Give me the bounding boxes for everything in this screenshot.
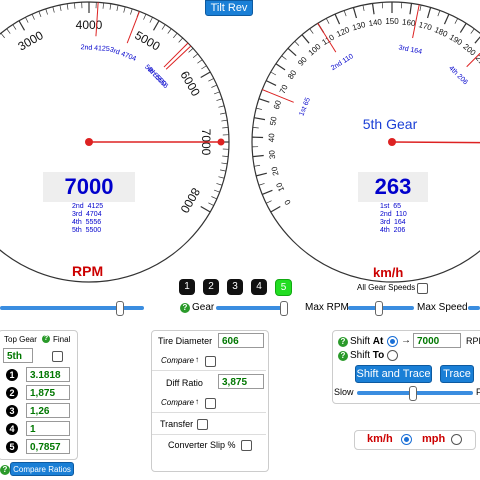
gear-4-ratio-input[interactable]: 1 <box>26 421 70 436</box>
tire-compare-arrow-icon: ↑ <box>195 355 199 364</box>
converter-slip-checkbox[interactable] <box>241 440 252 451</box>
tick-label: 40 <box>267 133 276 143</box>
mph-label: mph <box>422 433 446 445</box>
gear-4-badge: 4 <box>6 423 18 435</box>
gear-label: 5th Gear <box>362 116 418 132</box>
tire-diameter-input[interactable]: 606 <box>218 333 264 348</box>
max-speed-label: Max Speed <box>417 302 468 313</box>
tire-compare-checkbox[interactable] <box>205 356 216 367</box>
gauge-needle <box>391 141 480 144</box>
speed-unit-label: km/h <box>373 265 404 280</box>
all-gear-speeds-checkbox[interactable] <box>417 283 428 294</box>
diff-ratio-input[interactable]: 3,875 <box>218 374 264 389</box>
divider <box>152 412 266 413</box>
help-icon[interactable]: ? <box>0 465 10 475</box>
tick-label: 140 <box>368 17 383 28</box>
rpm-unit-label: RPM <box>72 263 104 279</box>
transfer-checkbox[interactable] <box>197 419 208 430</box>
speed-trace-slider-thumb[interactable] <box>409 386 417 401</box>
gear-5-badge: 5 <box>6 441 18 453</box>
shift-at-label: Shift At <box>350 336 384 347</box>
rpm-readout: 7000 <box>64 174 114 199</box>
tilt-rev-button[interactable]: Tilt Rev <box>205 0 253 16</box>
rpm-slider-thumb[interactable] <box>116 301 124 316</box>
transfer-label: Transfer <box>160 419 194 429</box>
converter-slip-label: Converter Slip % <box>168 440 236 450</box>
divider <box>152 434 266 435</box>
tire-compare-label: Compare <box>161 356 194 365</box>
diff-ratio-label: Diff Ratio <box>166 378 203 388</box>
speed-shift-row: 3rd 164 <box>380 219 406 226</box>
gear-2-ratio-input[interactable]: 1,875 <box>26 385 70 400</box>
tick-label: 150 <box>385 17 399 26</box>
final-checkbox[interactable] <box>52 351 63 362</box>
speed-readout: 263 <box>374 174 412 199</box>
needle-hub <box>388 138 396 146</box>
tire-diameter-label: Tire Diameter <box>158 336 213 346</box>
gear-button-4[interactable]: 4 <box>251 279 267 295</box>
rpm-suffix: RPM <box>466 336 480 346</box>
kmh-label: km/h <box>367 433 393 445</box>
rpm-gauge: 0100020003000400050006000700080002nd 412… <box>0 1 230 283</box>
gear-button-3[interactable]: 3 <box>227 279 243 295</box>
speed-shift-row: 4th 206 <box>380 227 406 234</box>
gear-1-badge: 1 <box>6 369 18 381</box>
shift-and-trace-button[interactable]: Shift and Trace <box>355 365 432 383</box>
help-icon[interactable]: ? <box>338 351 348 361</box>
top-gear-select[interactable]: 5th <box>3 348 33 363</box>
gear-button-5[interactable]: 5 <box>275 279 292 296</box>
top-gear-label: Top Gear <box>4 335 37 344</box>
shift-at-radio[interactable] <box>387 336 398 347</box>
gear-1-ratio-input[interactable]: 3.1818 <box>26 367 70 382</box>
speed-shift-list: 1st 65 2nd 110 3rd 164 4th 206 <box>380 203 407 235</box>
final-label: Final <box>53 335 71 344</box>
gear-3-badge: 3 <box>6 405 18 417</box>
needle-tip <box>217 138 225 146</box>
compare-ratios-button[interactable]: Compare Ratios <box>10 462 74 476</box>
fast-label: F <box>476 387 480 397</box>
rpm-shift-row: 4th 5556 <box>72 219 102 226</box>
help-icon[interactable]: ? <box>42 335 50 343</box>
gear-2-badge: 2 <box>6 387 18 399</box>
max-rpm-slider-thumb[interactable] <box>375 301 383 316</box>
gear-slider-thumb[interactable] <box>280 301 288 316</box>
mph-radio[interactable] <box>451 434 462 445</box>
gear-3-ratio-input[interactable]: 1,26 <box>26 403 70 418</box>
diff-compare-arrow-icon: ↑ <box>195 397 199 406</box>
shift-to-radio[interactable] <box>387 350 398 361</box>
speed-gauge: 0102030405060708090100110120130140150160… <box>251 1 480 283</box>
rpm-shift-row: 2nd 4125 <box>72 203 104 210</box>
rpm-shift-row: 3rd 4704 <box>72 211 102 218</box>
gear-button-2[interactable]: 2 <box>203 279 219 295</box>
gear-5-ratio-input[interactable]: 0,7857 <box>26 439 70 454</box>
slow-label: Slow <box>334 387 354 397</box>
rpm-shift-list: 2nd 4125 3rd 4704 4th 5556 5th 5500 <box>72 203 103 235</box>
gear-slider-track[interactable] <box>216 306 286 310</box>
help-icon[interactable]: ? <box>338 337 348 347</box>
rpm-shift-row: 5th 5500 <box>72 227 102 234</box>
tick-label: 30 <box>267 149 277 159</box>
divider <box>152 370 266 371</box>
tick-label: 4000 <box>76 18 103 32</box>
arrow-right-icon: → <box>401 335 411 346</box>
help-icon[interactable]: ? <box>180 303 190 313</box>
max-speed-slider-track[interactable] <box>468 306 480 310</box>
shift-at-input[interactable]: 7000 <box>413 333 461 348</box>
speed-shift-row: 1st 65 <box>380 203 402 210</box>
diff-compare-label: Compare <box>161 398 194 407</box>
kmh-radio[interactable] <box>401 434 412 445</box>
gear-button-1[interactable]: 1 <box>179 279 195 295</box>
speed-shift-row: 2nd 110 <box>380 211 407 218</box>
tick-label: 160 <box>402 17 417 28</box>
diff-compare-checkbox[interactable] <box>205 398 216 409</box>
trace-button[interactable]: Trace <box>440 365 474 383</box>
gear-slider-label: Gear <box>192 302 215 313</box>
needle-hub <box>85 138 93 146</box>
all-gear-speeds-label: All Gear Speeds <box>357 283 416 292</box>
max-rpm-label: Max RPM <box>305 302 349 313</box>
shift-to-label: Shift To <box>350 350 385 361</box>
